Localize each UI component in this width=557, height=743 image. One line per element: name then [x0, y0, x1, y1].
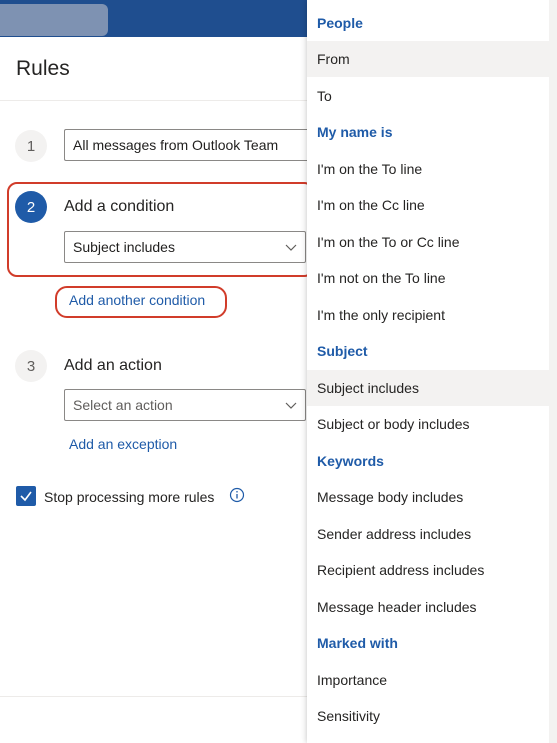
- stop-processing-checkbox[interactable]: [16, 486, 36, 506]
- chevron-down-icon: [285, 402, 297, 409]
- condition-label: Add a condition: [64, 198, 175, 215]
- menu-item-on-to-line[interactable]: I'm on the To line: [307, 151, 549, 187]
- menu-item-on-to-or-cc-line[interactable]: I'm on the To or Cc line: [307, 224, 549, 260]
- step-2-badge: 2: [15, 191, 47, 223]
- condition-selected: Subject includes: [73, 239, 175, 255]
- page-title: Rules: [16, 57, 70, 80]
- footer-divider: [0, 696, 307, 697]
- menu-header-subject: Subject: [317, 343, 368, 359]
- action-placeholder: Select an action: [73, 397, 173, 413]
- header-divider: [0, 100, 307, 101]
- menu-scrollbar[interactable]: [549, 0, 557, 743]
- chevron-down-icon: [285, 244, 297, 251]
- info-icon[interactable]: [229, 487, 245, 503]
- search-box[interactable]: [0, 4, 108, 36]
- menu-item-on-cc-line[interactable]: I'm on the Cc line: [307, 187, 549, 223]
- menu-item-subject-or-body-includes[interactable]: Subject or body includes: [307, 406, 549, 442]
- checkmark-icon: [20, 491, 32, 502]
- menu-item-sensitivity[interactable]: Sensitivity: [307, 698, 549, 734]
- action-label: Add an action: [64, 357, 162, 374]
- menu-item-to[interactable]: To: [307, 78, 549, 114]
- menu-header-keywords: Keywords: [317, 453, 384, 469]
- menu-item-importance[interactable]: Importance: [307, 662, 549, 698]
- condition-dropdown[interactable]: Subject includes: [64, 231, 306, 263]
- menu-header-my-name-is: My name is: [317, 124, 393, 140]
- rule-name-input[interactable]: All messages from Outlook Team: [64, 129, 314, 161]
- add-exception-link[interactable]: Add an exception: [69, 436, 177, 452]
- menu-item-from[interactable]: From: [307, 41, 549, 77]
- step-3-badge: 3: [15, 350, 47, 382]
- condition-menu: People From To My name is I'm on the To …: [307, 0, 549, 743]
- menu-item-message-body-includes[interactable]: Message body includes: [307, 479, 549, 515]
- menu-item-recipient-address-includes[interactable]: Recipient address includes: [307, 552, 549, 588]
- step-1-badge: 1: [15, 130, 47, 162]
- rule-name-value: All messages from Outlook Team: [73, 137, 279, 153]
- action-dropdown[interactable]: Select an action: [64, 389, 306, 421]
- menu-item-not-on-to-line[interactable]: I'm not on the To line: [307, 260, 549, 296]
- menu-header-marked-with: Marked with: [317, 635, 398, 651]
- add-another-condition-link[interactable]: Add another condition: [69, 292, 205, 308]
- menu-header-people: People: [317, 15, 363, 31]
- menu-item-subject-includes[interactable]: Subject includes: [307, 370, 549, 406]
- menu-item-sender-address-includes[interactable]: Sender address includes: [307, 516, 549, 552]
- menu-item-only-recipient[interactable]: I'm the only recipient: [307, 297, 549, 333]
- stop-processing-label: Stop processing more rules: [44, 489, 215, 505]
- menu-item-message-header-includes[interactable]: Message header includes: [307, 589, 549, 625]
